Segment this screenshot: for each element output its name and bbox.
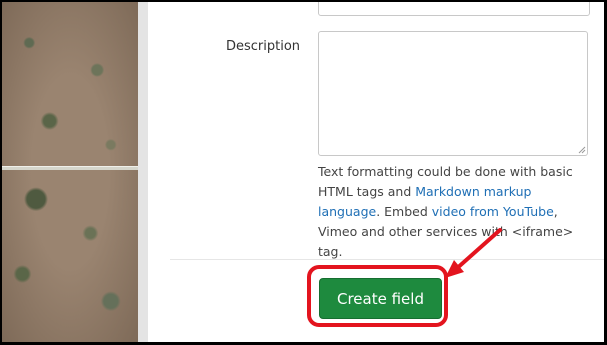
map-road	[2, 166, 138, 170]
resize-grip-icon[interactable]	[578, 146, 586, 154]
description-textarea[interactable]	[318, 31, 588, 156]
form-separator	[170, 259, 604, 260]
create-field-button[interactable]: Create field	[319, 278, 442, 319]
form-panel: Description Text formatting could be don…	[148, 2, 604, 342]
description-label: Description	[226, 39, 301, 54]
screenshot-frame: Description Text formatting could be don…	[2, 2, 604, 342]
help-text-part2: . Embed	[376, 204, 432, 219]
youtube-link[interactable]: video from YouTube	[432, 204, 554, 219]
previous-field-input[interactable]	[318, 2, 590, 16]
satellite-map[interactable]	[2, 2, 138, 342]
map-divider	[138, 2, 148, 342]
formatting-help-text: Text formatting could be done with basic…	[318, 162, 588, 262]
